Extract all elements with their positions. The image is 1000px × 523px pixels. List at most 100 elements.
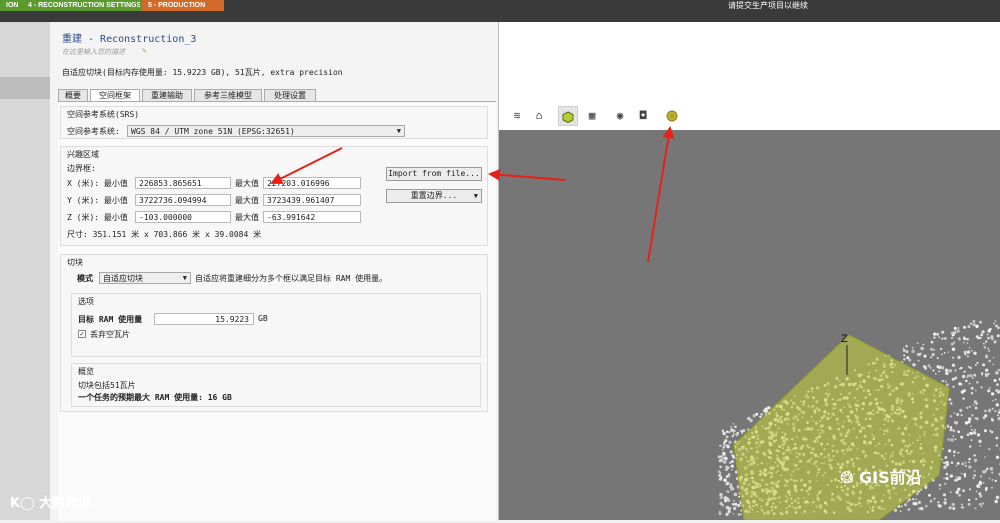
point — [724, 500, 727, 503]
point — [987, 348, 989, 350]
point — [961, 473, 963, 475]
tab-content: 空间参考系统(SRS) 空间参考系统: WGS 84 / UTM zone 51… — [58, 101, 496, 521]
point — [901, 505, 903, 507]
point — [912, 347, 914, 349]
point — [956, 465, 958, 467]
z-min-input[interactable]: -103.000000 — [135, 211, 231, 223]
point — [975, 364, 977, 366]
point — [979, 495, 982, 498]
point — [993, 340, 996, 343]
point — [976, 417, 979, 420]
home-icon[interactable]: ⌂ — [529, 106, 549, 126]
point — [984, 410, 986, 412]
point — [732, 513, 734, 515]
z-max-label: 最大值 — [235, 212, 259, 223]
point — [984, 456, 986, 458]
point — [723, 478, 727, 482]
options-group: 选项 目标 RAM 使用量 15.9223 GB ✓ 丢弃空瓦片 — [71, 293, 481, 357]
point — [730, 450, 733, 453]
x-min-input[interactable]: 226853.865651 — [135, 177, 231, 189]
eye-icon[interactable]: ◉ — [610, 106, 630, 126]
discard-empty-checkbox[interactable]: ✓ — [78, 330, 86, 338]
box-icon[interactable] — [558, 106, 578, 126]
point — [760, 413, 763, 416]
point — [970, 323, 972, 325]
tab-general[interactable]: 概要 — [58, 89, 88, 101]
point — [932, 353, 935, 356]
target-ram-input[interactable]: 15.9223 — [154, 313, 254, 325]
point — [741, 430, 744, 433]
overview-group: 概览 切块包括51瓦片 一个任务的预期最大 RAM 使用量: 16 GB — [71, 363, 481, 407]
point — [930, 348, 933, 351]
point — [997, 334, 1000, 337]
x-max-input[interactable]: 227203.016996 — [263, 177, 361, 189]
tiling-group: 切块 模式 自适应切块 ▼ 自适应将重建细分为多个框以满足目标 RAM 使用量。… — [60, 254, 488, 412]
z-max-input[interactable]: -63.991642 — [263, 211, 361, 223]
point — [967, 374, 970, 377]
reset-bounds-label: 重置边界... — [411, 191, 457, 200]
point — [947, 425, 950, 428]
point — [914, 502, 917, 505]
tab-processing-settings[interactable]: 处理设置 — [264, 89, 316, 101]
point — [725, 483, 727, 485]
point — [937, 504, 939, 506]
point — [724, 457, 728, 461]
point — [959, 409, 962, 412]
x-min-label: X (米): 最小值 — [67, 178, 128, 189]
point — [943, 467, 945, 469]
point — [908, 508, 911, 511]
point — [992, 364, 994, 366]
point — [903, 349, 906, 352]
tile-icon[interactable] — [662, 106, 682, 126]
tiling-summary: 自适应切块(目标内存使用量: 15.9223 GB), 51瓦片, extra … — [62, 67, 343, 78]
grid-icon[interactable]: ▦ — [582, 106, 602, 126]
point — [724, 497, 728, 501]
reset-bounds-button[interactable]: 重置边界... ▼ — [386, 189, 482, 203]
point — [979, 321, 982, 324]
y-min-label: Y (米): 最小值 — [67, 195, 128, 206]
x-max-label: 最大值 — [235, 178, 259, 189]
point — [945, 381, 947, 383]
step-reconstruction-settings[interactable]: 4 - RECONSTRUCTION SETTINGS — [22, 0, 156, 11]
point — [994, 379, 997, 382]
point — [957, 356, 960, 359]
tab-reconstruction-constraints[interactable]: 重建输助 — [142, 89, 192, 101]
step-arrow — [208, 0, 213, 10]
tiling-mode-select[interactable]: 自适应切块 ▼ — [99, 272, 191, 284]
point — [911, 350, 915, 354]
point — [984, 346, 987, 349]
point — [923, 344, 925, 346]
point — [976, 381, 979, 384]
y-min-input[interactable]: 3722736.094994 — [135, 194, 231, 206]
point — [949, 428, 952, 431]
point — [942, 380, 944, 382]
point — [961, 506, 964, 509]
point — [950, 438, 953, 441]
point — [971, 439, 973, 441]
description-placeholder[interactable]: 在这里输入您的描述 — [62, 47, 125, 57]
point — [728, 473, 730, 475]
tab-reference-3d-model[interactable]: 参考三维模型 — [194, 89, 262, 101]
srs-group-label: 空间参考系统(SRS) — [67, 109, 139, 120]
y-max-input[interactable]: 3723439.961407 — [263, 194, 361, 206]
srs-select[interactable]: WGS 84 / UTM zone 51N (EPSG:32651) ▼ — [127, 125, 405, 137]
point — [988, 409, 991, 412]
point — [984, 429, 987, 432]
point — [972, 377, 974, 379]
point-cloud-scene[interactable]: Z — [499, 130, 1000, 520]
point — [979, 337, 981, 339]
point — [966, 407, 968, 409]
point — [962, 375, 966, 379]
selected-tree-item[interactable] — [0, 77, 50, 99]
edit-pencil-icon[interactable]: ✎ — [142, 46, 147, 55]
point — [988, 360, 991, 363]
srs-select-value: WGS 84 / UTM zone 51N (EPSG:32651) — [131, 127, 295, 136]
point — [737, 504, 740, 507]
camera-icon[interactable]: ◘ — [633, 106, 653, 126]
layers-icon[interactable]: ≋ — [507, 106, 527, 126]
point — [941, 459, 943, 461]
point — [964, 353, 967, 356]
point — [988, 448, 990, 450]
point — [996, 444, 998, 446]
import-from-file-button[interactable]: Import from file... — [386, 167, 482, 181]
